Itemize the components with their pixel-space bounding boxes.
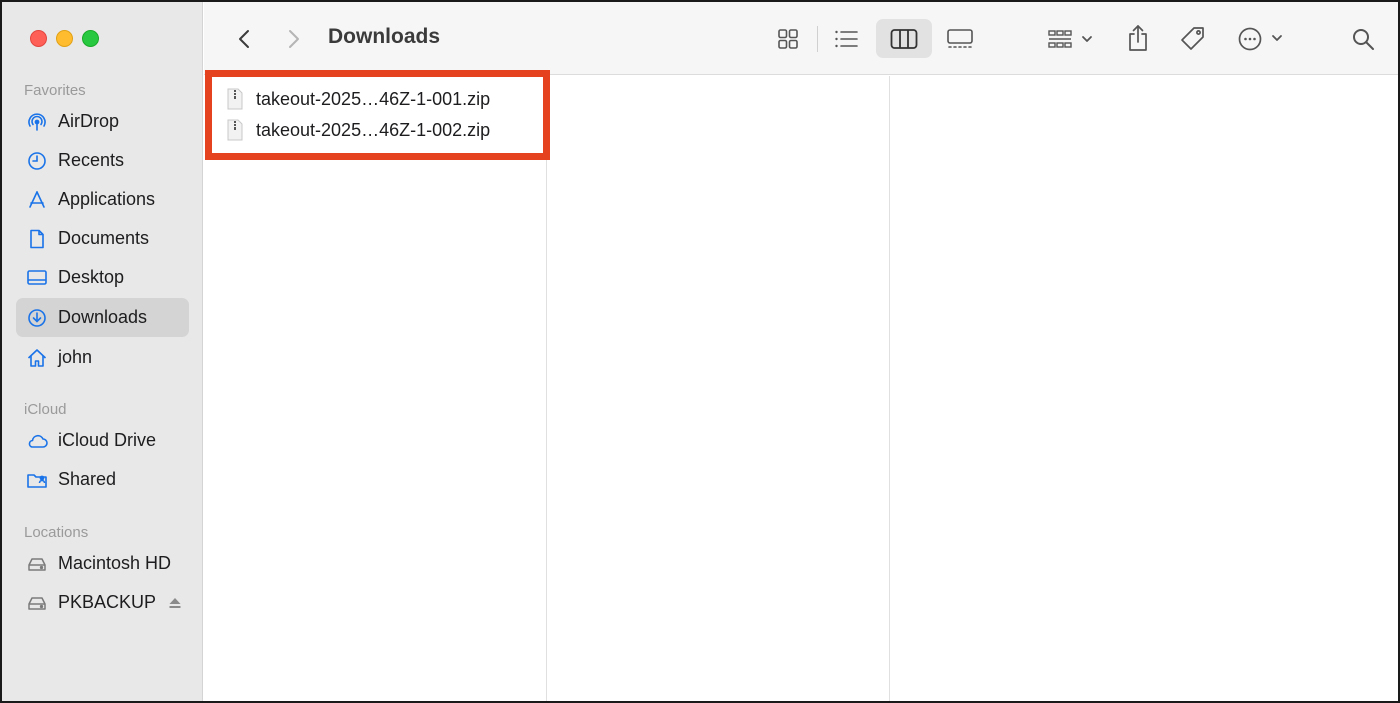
finder-window: Favorites AirDrop Recents Applications D… bbox=[0, 0, 1400, 703]
file-row[interactable]: takeout-2025…46Z-1-001.zip bbox=[226, 84, 490, 114]
sidebar-item-label: Desktop bbox=[58, 267, 125, 287]
forward-icon bbox=[287, 28, 301, 50]
group-icon bbox=[1047, 28, 1093, 50]
section-icloud: iCloud bbox=[24, 401, 67, 418]
minimize-window-button[interactable] bbox=[56, 30, 73, 47]
file-name: takeout-2025…46Z-1-002.zip bbox=[256, 119, 491, 140]
sidebar-item-label: PKBACKUP bbox=[58, 592, 157, 612]
gallery-view-button[interactable] bbox=[942, 22, 978, 56]
sidebar-item-label: Applications bbox=[58, 189, 156, 209]
clock-icon bbox=[26, 150, 48, 172]
applications-icon bbox=[26, 189, 48, 211]
section-favorites: Favorites bbox=[24, 82, 86, 99]
zoom-window-button[interactable] bbox=[82, 30, 99, 47]
download-icon bbox=[26, 307, 48, 329]
sidebar-item-label: john bbox=[58, 347, 93, 367]
search-button[interactable] bbox=[1346, 22, 1380, 56]
more-actions-button[interactable] bbox=[1234, 22, 1290, 56]
sidebar-item-desktop[interactable]: Desktop bbox=[16, 258, 189, 297]
sidebar-item-pkbackup[interactable]: PKBACKUP bbox=[16, 583, 189, 622]
window-controls bbox=[30, 30, 99, 47]
sidebar-item-macintosh-hd[interactable]: Macintosh HD bbox=[16, 544, 189, 583]
tag-button[interactable] bbox=[1176, 22, 1210, 56]
sidebar-item-recents[interactable]: Recents bbox=[16, 141, 189, 180]
zip-file-icon bbox=[226, 119, 244, 141]
drive-icon bbox=[26, 553, 48, 575]
sidebar-item-label: Recents bbox=[58, 150, 125, 170]
desktop-icon bbox=[26, 267, 48, 289]
column-3 bbox=[890, 76, 1398, 701]
icon-view-button[interactable] bbox=[770, 22, 806, 56]
home-icon bbox=[26, 347, 48, 369]
group-by-button[interactable] bbox=[1044, 22, 1096, 56]
sidebar-item-label: Macintosh HD bbox=[58, 553, 172, 573]
toolbar-divider bbox=[817, 26, 818, 52]
sidebar-item-applications[interactable]: Applications bbox=[16, 180, 189, 219]
sidebar-item-icloud-drive[interactable]: iCloud Drive bbox=[16, 421, 189, 460]
column-view-button[interactable] bbox=[876, 19, 932, 58]
airdrop-icon bbox=[26, 111, 48, 133]
tag-icon bbox=[1179, 25, 1207, 53]
search-icon bbox=[1351, 27, 1375, 51]
forward-button[interactable] bbox=[280, 24, 308, 54]
column-view-icon bbox=[890, 28, 918, 50]
file-row[interactable]: takeout-2025…46Z-1-002.zip bbox=[226, 115, 490, 145]
close-window-button[interactable] bbox=[30, 30, 47, 47]
list-view-button[interactable] bbox=[828, 22, 864, 56]
drive-icon bbox=[26, 592, 48, 614]
share-button[interactable] bbox=[1122, 20, 1154, 56]
section-locations: Locations bbox=[24, 524, 89, 541]
back-button[interactable] bbox=[230, 24, 258, 54]
document-icon bbox=[26, 228, 48, 250]
list-view-icon bbox=[834, 29, 858, 49]
cloud-icon bbox=[26, 430, 48, 452]
share-icon bbox=[1127, 24, 1149, 52]
sidebar: Favorites AirDrop Recents Applications D… bbox=[2, 2, 203, 701]
shared-folder-icon bbox=[26, 469, 48, 491]
toolbar: Downloads bbox=[204, 2, 1398, 75]
sidebar-item-downloads[interactable]: Downloads bbox=[16, 298, 189, 337]
sidebar-item-label: iCloud Drive bbox=[58, 430, 157, 450]
back-icon bbox=[237, 28, 251, 50]
sidebar-item-label: AirDrop bbox=[58, 111, 120, 131]
sidebar-item-label: Downloads bbox=[58, 307, 148, 327]
file-name: takeout-2025…46Z-1-001.zip bbox=[256, 88, 491, 109]
sidebar-item-airdrop[interactable]: AirDrop bbox=[16, 102, 189, 141]
gallery-view-icon bbox=[946, 28, 974, 50]
column-browser: takeout-2025…46Z-1-001.zip takeout-2025…… bbox=[204, 76, 1398, 701]
column-2 bbox=[547, 76, 890, 701]
icon-view-icon bbox=[777, 28, 799, 50]
eject-icon[interactable] bbox=[168, 596, 182, 610]
sidebar-item-shared[interactable]: Shared bbox=[16, 460, 189, 499]
sidebar-item-documents[interactable]: Documents bbox=[16, 219, 189, 258]
sidebar-item-label: Shared bbox=[58, 469, 117, 489]
sidebar-item-john[interactable]: john bbox=[16, 338, 189, 377]
column-1: takeout-2025…46Z-1-001.zip takeout-2025…… bbox=[204, 76, 547, 701]
window-title: Downloads bbox=[328, 25, 441, 48]
zip-file-icon bbox=[226, 88, 244, 110]
sidebar-item-label: Documents bbox=[58, 228, 150, 248]
more-icon bbox=[1237, 26, 1287, 52]
